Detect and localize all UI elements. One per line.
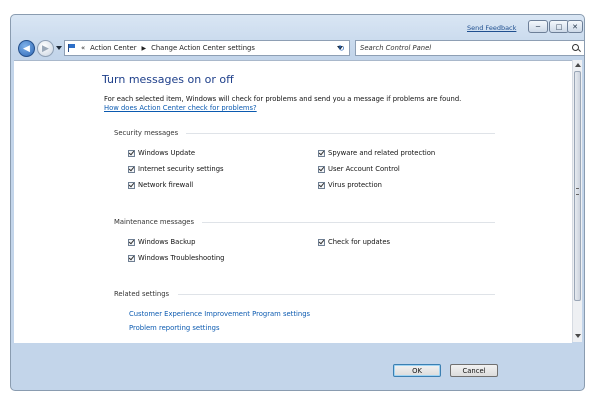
control-panel-window: Send Feedback ─ □ ✕ ◀ ▶ « Action Center … — [10, 14, 585, 391]
send-feedback-link[interactable]: Send Feedback — [467, 24, 516, 32]
security-divider — [186, 133, 495, 134]
checkbox-user-account-control[interactable]: User Account Control — [318, 165, 400, 173]
refresh-button[interactable]: ↻ — [333, 40, 350, 56]
dialog-footer: OK Cancel — [11, 342, 584, 390]
search-box[interactable] — [355, 40, 584, 56]
checkbox-label: Windows Troubleshooting — [138, 254, 225, 262]
checkbox-label: Virus protection — [328, 181, 382, 189]
checkbox-label: Spyware and related protection — [328, 149, 436, 157]
page-description: For each selected item, Windows will che… — [104, 95, 462, 103]
ok-button[interactable]: OK — [393, 364, 441, 377]
search-icon[interactable] — [572, 44, 579, 51]
checkbox-windows-troubleshooting[interactable]: Windows Troubleshooting — [128, 254, 225, 262]
checkbox-checked-icon[interactable] — [128, 254, 135, 262]
page-title: Turn messages on or off — [102, 73, 234, 86]
maintenance-messages-heading: Maintenance messages — [114, 218, 195, 226]
help-link[interactable]: How does Action Center check for problem… — [104, 104, 257, 112]
checkbox-check-for-updates[interactable]: Check for updates — [318, 238, 390, 246]
breadcrumb-change-settings[interactable]: Change Action Center settings — [151, 44, 255, 52]
maintenance-divider — [202, 222, 495, 223]
checkbox-label: Internet security settings — [138, 165, 224, 173]
checkbox-checked-icon[interactable] — [318, 238, 325, 246]
address-bar[interactable]: « Action Center ▶ Change Action Center s… — [64, 40, 350, 56]
checkbox-label: Windows Backup — [138, 238, 196, 246]
checkbox-windows-update[interactable]: Windows Update — [128, 149, 195, 157]
related-divider — [178, 294, 495, 295]
checkbox-checked-icon[interactable] — [128, 149, 135, 157]
checkbox-checked-icon[interactable] — [128, 238, 135, 246]
checkbox-checked-icon[interactable] — [128, 181, 135, 189]
scroll-down-arrow-icon[interactable] — [575, 334, 581, 338]
checkbox-checked-icon[interactable] — [318, 149, 325, 157]
minimize-button[interactable]: ─ — [528, 20, 548, 33]
scroll-grip-icon — [576, 188, 579, 195]
breadcrumb-overflow[interactable]: « — [81, 44, 85, 52]
ceip-settings-link[interactable]: Customer Experience Improvement Program … — [129, 310, 310, 318]
checkbox-label: Network firewall — [138, 181, 194, 189]
checkbox-windows-backup[interactable]: Windows Backup — [128, 238, 195, 246]
action-center-flag-icon — [68, 44, 76, 52]
recent-pages-dropdown-icon[interactable] — [56, 46, 62, 50]
checkbox-checked-icon[interactable] — [318, 181, 325, 189]
breadcrumb-separator-icon[interactable]: ▶ — [142, 45, 147, 52]
scroll-thumb[interactable] — [574, 71, 581, 301]
checkbox-virus-protection[interactable]: Virus protection — [318, 181, 382, 189]
checkbox-checked-icon[interactable] — [128, 165, 135, 173]
title-bar: Send Feedback ─ □ ✕ — [11, 15, 584, 37]
back-button[interactable]: ◀ — [18, 40, 35, 57]
checkbox-checked-icon[interactable] — [318, 165, 325, 173]
navigation-bar: ◀ ▶ « Action Center ▶ Change Action Cent… — [11, 37, 584, 59]
checkbox-label: Windows Update — [138, 149, 196, 157]
maximize-button[interactable]: □ — [549, 20, 569, 33]
breadcrumb-action-center[interactable]: Action Center — [90, 44, 136, 52]
scroll-up-arrow-icon[interactable] — [575, 63, 581, 67]
close-button[interactable]: ✕ — [567, 20, 583, 33]
problem-reporting-link[interactable]: Problem reporting settings — [129, 324, 219, 332]
checkbox-network-firewall[interactable]: Network firewall — [128, 181, 193, 189]
vertical-scrollbar[interactable] — [572, 60, 582, 342]
checkbox-spyware-protection[interactable]: Spyware and related protection — [318, 149, 435, 157]
checkbox-label: Check for updates — [328, 238, 391, 246]
cancel-button[interactable]: Cancel — [450, 364, 498, 377]
checkbox-label: User Account Control — [328, 165, 400, 173]
forward-button[interactable]: ▶ — [37, 40, 54, 57]
checkbox-internet-security[interactable]: Internet security settings — [128, 165, 224, 173]
security-messages-heading: Security messages — [114, 129, 179, 137]
related-settings-heading: Related settings — [114, 290, 170, 298]
search-input[interactable] — [360, 44, 550, 52]
